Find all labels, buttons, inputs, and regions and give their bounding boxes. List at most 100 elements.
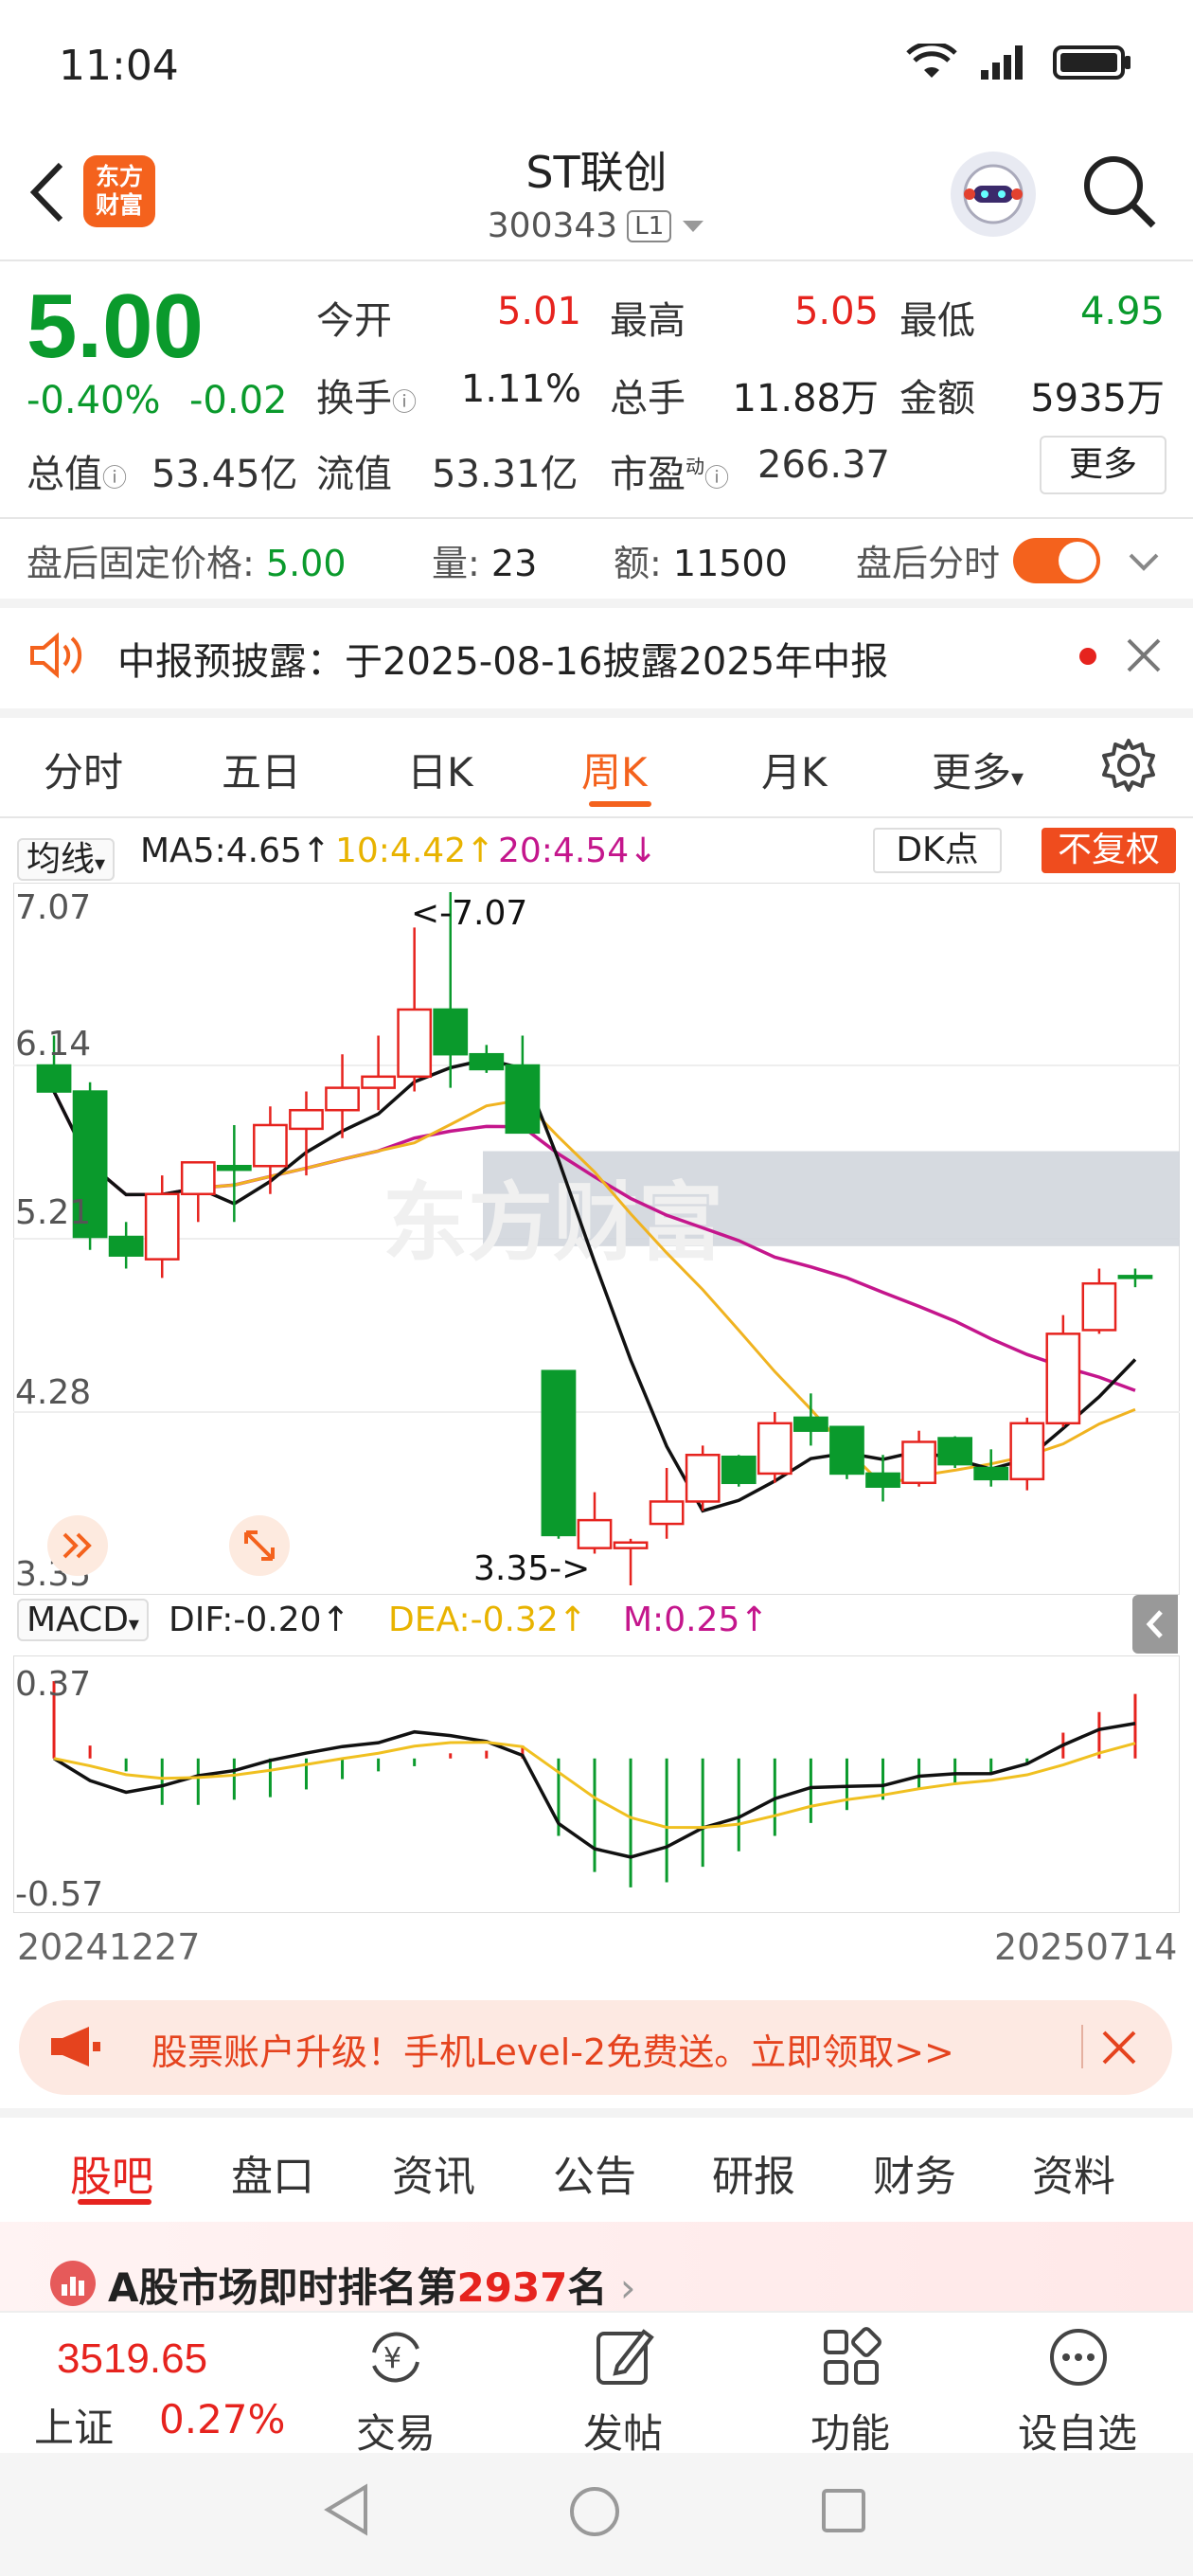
tab-more[interactable]: 更多▾ [932,741,1024,798]
speaker-icon [30,632,82,679]
index-value[interactable]: 3519.65 [57,2335,207,2383]
candle [541,1369,577,1539]
macd-axis-bottom: -0.57 [15,1875,103,1913]
functions-grid-icon[interactable] [818,2324,884,2390]
wifi-icon [906,44,957,78]
tab-finance[interactable]: 财务 [873,2142,956,2203]
amount-value: 5935万 [1030,377,1165,420]
status-icons [905,44,1132,81]
pe-value: 266.37 [757,443,890,487]
index-name[interactable]: 上证 [34,2396,114,2454]
quote-divider [0,517,1193,519]
nav-functions[interactable]: 功能 [756,2402,945,2460]
robot-assistant-icon[interactable] [951,152,1036,237]
search-icon[interactable] [1079,152,1159,231]
macd-chart[interactable]: 0.37 -0.57 [13,1655,1180,1913]
y-axis-label-4: 4.28 [15,1373,91,1412]
after-hours-price: 盘后固定价格: 5.00 [27,543,347,584]
info-icon: ⓘ [102,464,128,493]
tab-five-day[interactable]: 五日 [222,741,301,798]
tab-announcements[interactable]: 公告 [553,2142,636,2203]
battery-icon [1053,45,1131,80]
rank-text[interactable]: A股市场即时排名第2937名 › [108,2256,636,2314]
nav-trade[interactable]: 交易 [301,2402,490,2460]
tab-forum[interactable]: 股吧 [70,2142,153,2203]
tab-weekly-k[interactable]: 周K [581,741,648,798]
macd-selector[interactable]: MACD▾ [17,1599,149,1641]
more-quote-button[interactable]: 更多 [1040,436,1166,494]
tab-orderbook[interactable]: 盘口 [231,2142,314,2203]
chevron-down-icon[interactable] [1127,544,1161,578]
ma20-value: 20:4.54↓ [498,832,658,870]
amount-label: 金额 [899,377,975,420]
info-icon: ⓘ [704,464,730,493]
promo-separator [1081,2025,1083,2068]
header-divider [0,259,1193,261]
after-hours-toggle[interactable] [1013,538,1100,583]
volume-value: 11.88万 [732,377,879,420]
more-dots-icon[interactable] [1045,2324,1112,2390]
mktcap-label: 总值ⓘ [27,453,128,496]
status-time: 11:04 [59,42,179,90]
double-chevron-icon[interactable] [47,1515,108,1576]
collapse-panel-button[interactable] [1132,1595,1178,1654]
low-label: 最低 [899,299,975,343]
date-start: 20241227 [17,1926,201,1968]
promo-text[interactable]: 股票账户升级！手机Level-2免费送。立即领取>> [151,2023,954,2075]
change-percent: -0.40% [27,379,161,422]
nav-post[interactable]: 发帖 [528,2402,718,2460]
signal-icon [981,45,1023,80]
active-lower-tab-indicator [78,2199,151,2205]
stock-code: 300343 [487,206,618,245]
pe-label: 市盈动ⓘ [610,453,730,496]
after-hours-volume: 量: 23 [432,543,538,584]
chevron-left-icon [1146,1610,1163,1638]
candle [937,1436,973,1469]
mktcap-value: 53.45亿 [151,453,298,496]
macd-m: M:0.25↑ [623,1601,769,1639]
turnover-label: 换手ⓘ [316,377,418,420]
change-amount: -0.02 [189,379,288,422]
section-gap [0,599,1193,608]
tab-monthly-k[interactable]: 月K [761,741,828,798]
ma-selector[interactable]: 均线▾ [17,832,116,881]
tab-research[interactable]: 研报 [712,2142,795,2203]
dk-point-button[interactable]: DK点 [873,828,1002,873]
candle [685,1445,721,1512]
high-value: 5.05 [793,290,879,333]
index-percent[interactable]: 0.27% [159,2396,285,2442]
gear-icon[interactable] [1100,737,1157,794]
home-circle-icon[interactable] [568,2485,621,2538]
close-icon[interactable] [1100,2029,1138,2066]
close-icon[interactable] [1125,636,1163,674]
recents-square-icon[interactable] [820,2487,867,2534]
after-hours-timeshare-label: 盘后分时 [856,543,1001,584]
candle [721,1455,757,1487]
expand-icon[interactable] [229,1515,290,1576]
notice-text[interactable]: 中报预披露：于2025-08-16披露2025年中报 [117,631,888,686]
high-marker: <-7.07 [411,894,527,933]
float-value: 53.31亿 [432,453,579,496]
trade-icon[interactable]: ¥ [363,2324,429,2390]
megaphone-icon [51,2027,100,2066]
unread-dot [1079,648,1096,665]
active-tab-indicator [589,801,651,807]
bar-chart-icon [50,2261,96,2306]
tab-news[interactable]: 资讯 [392,2142,475,2203]
open-label: 今开 [316,299,392,343]
tab-daily-k[interactable]: 日K [407,741,473,798]
kline-chart[interactable]: 东方财富 7.07 6.14 5.21 4.28 3.35 <-7.07 3.3… [13,883,1180,1595]
adjust-button[interactable]: 不复权 [1042,828,1176,873]
candle [829,1425,864,1479]
tab-divider [0,816,1193,818]
back-triangle-icon[interactable] [322,2483,371,2536]
tab-timeshare[interactable]: 分时 [44,741,123,798]
chevron-down-icon [683,220,704,232]
section-gap [0,2108,1193,2118]
nav-watchlist[interactable]: 设自选 [983,2402,1172,2460]
tab-profile[interactable]: 资料 [1032,2142,1115,2203]
compose-icon[interactable] [591,2324,657,2390]
low-value: 4.95 [1079,290,1165,333]
volume-label: 总手 [610,377,686,420]
candle [1009,1417,1045,1491]
